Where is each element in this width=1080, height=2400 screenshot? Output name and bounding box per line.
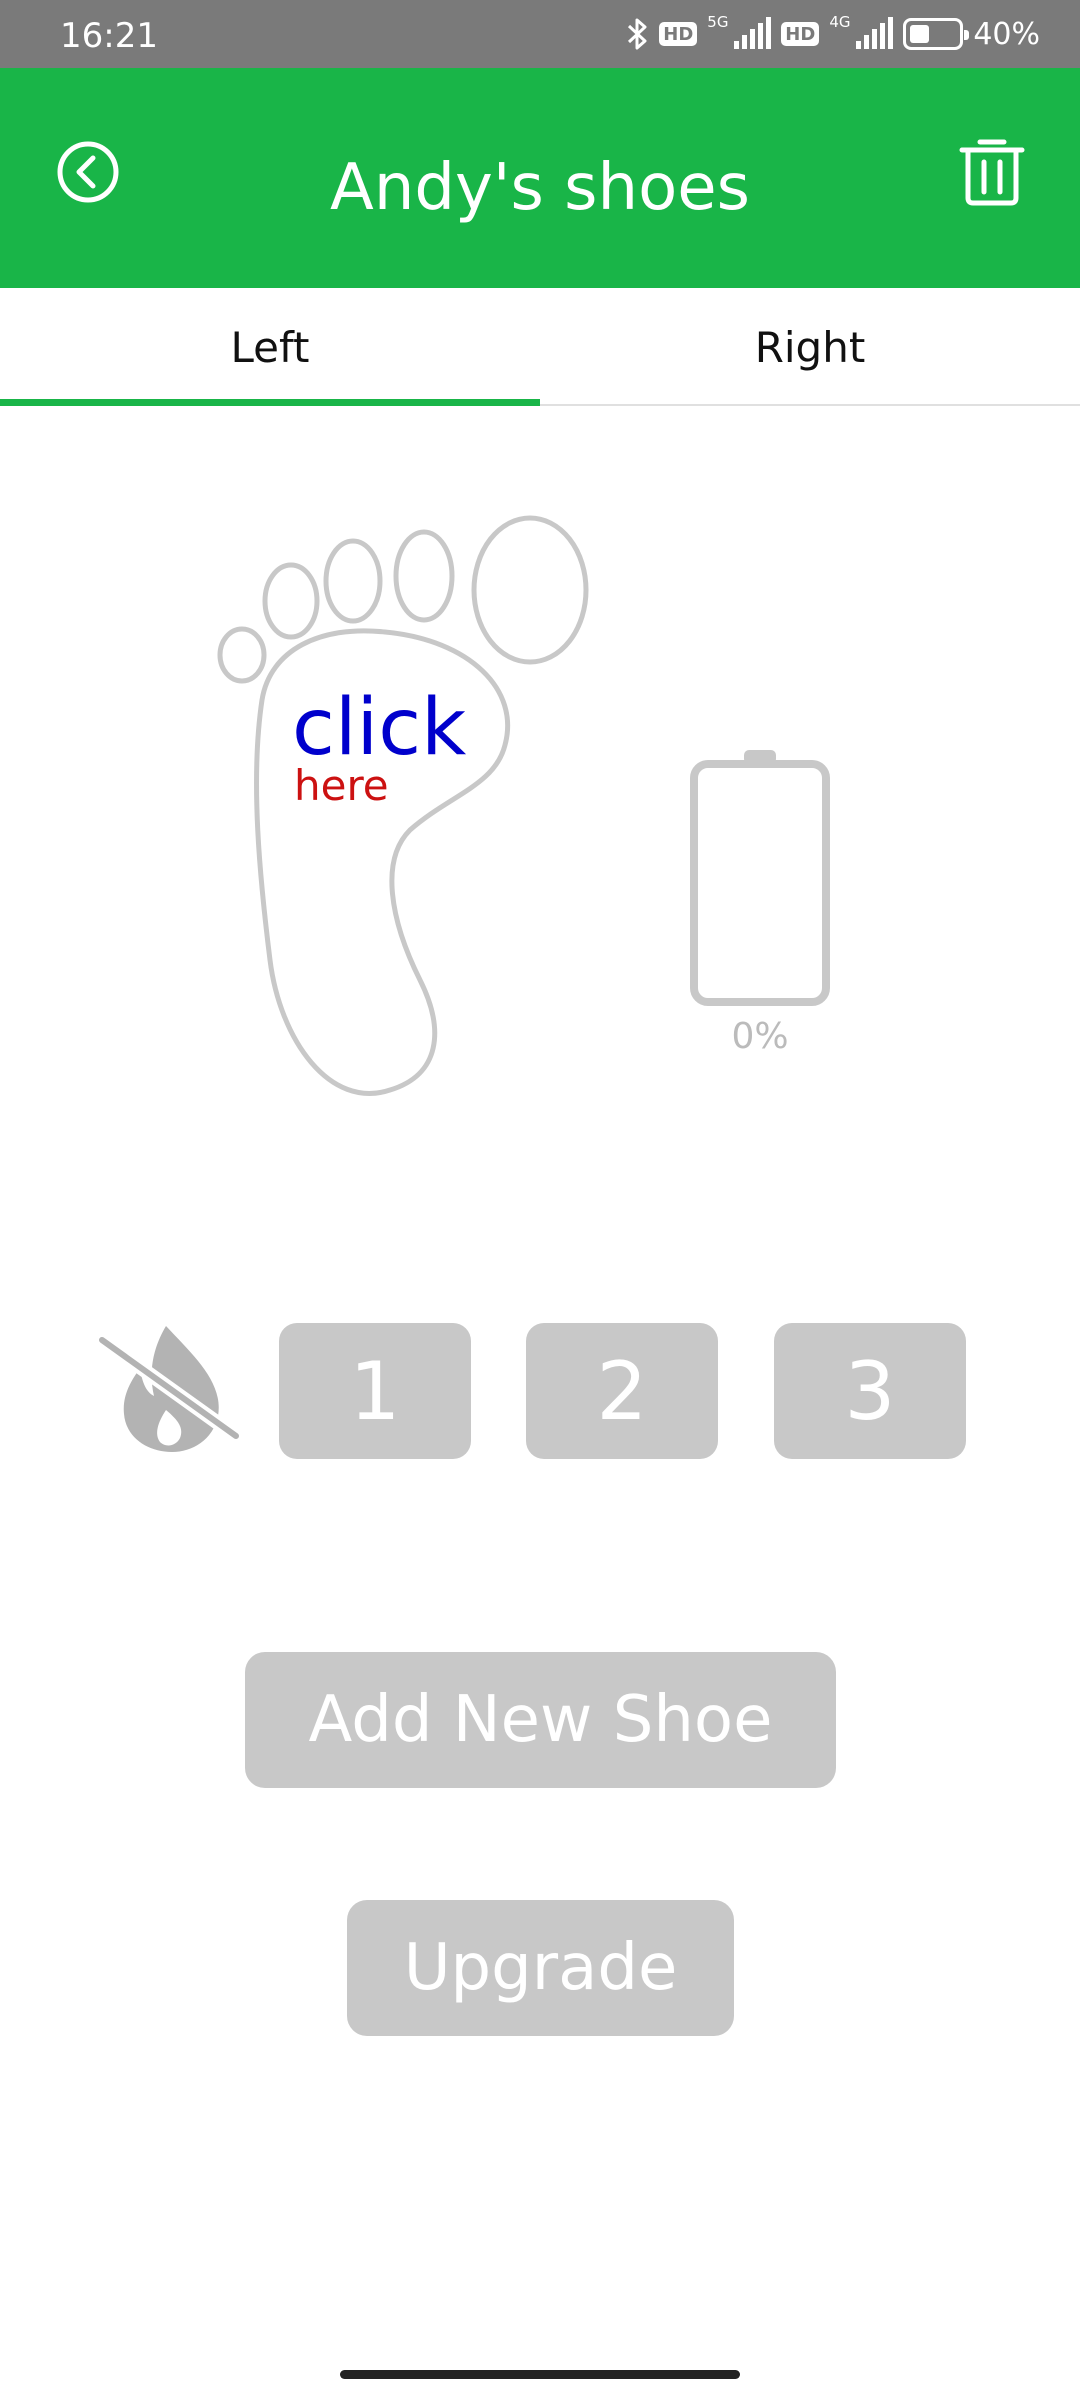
bluetooth-icon — [628, 18, 647, 50]
status-time: 16:21 — [60, 16, 158, 56]
status-icons: HD 5G HD 4G 40% — [627, 14, 1040, 54]
click-hint: click — [292, 683, 467, 773]
battery-percent: 40% — [973, 16, 1040, 52]
tab-right[interactable]: Right — [540, 288, 1080, 406]
trash-icon — [959, 139, 1025, 206]
heat-level-3-button[interactable]: 3 — [774, 1323, 966, 1459]
tab-indicator — [0, 399, 540, 406]
footprint-icon — [217, 515, 589, 1096]
flame-off-icon — [95, 1326, 243, 1452]
heat-level-2-button[interactable]: 2 — [526, 1323, 718, 1459]
hd-badge: HD — [659, 22, 698, 46]
tab-left[interactable]: Left — [0, 288, 540, 406]
delete-button[interactable] — [958, 134, 1026, 206]
battery-level-text: 0% — [731, 1016, 789, 1057]
network-type-label: 5G — [707, 13, 729, 31]
network-type-label: 4G — [829, 13, 851, 31]
battery-status-icon — [903, 18, 970, 50]
upgrade-button[interactable]: Upgrade — [347, 1900, 734, 2036]
page-title: Andy's shoes — [330, 151, 750, 225]
here-hint: here — [294, 761, 389, 810]
battery-outline-icon — [690, 750, 830, 1006]
heat-level-1-button[interactable]: 1 — [279, 1323, 471, 1459]
hd-badge: HD — [781, 22, 820, 46]
app-bar: Andy's shoes — [0, 68, 1080, 288]
status-bar: 16:21 HD 5G HD 4G 40% — [0, 0, 1080, 68]
foot-sensor-area[interactable]: click here — [200, 500, 620, 1120]
heat-off-button[interactable] — [95, 1310, 246, 1460]
home-indicator[interactable] — [340, 2370, 740, 2379]
add-new-shoe-button[interactable]: Add New Shoe — [245, 1652, 836, 1788]
signal-4g-icon: 4G — [829, 13, 894, 53]
signal-5g-icon: 5G — [707, 13, 772, 53]
foot-tabs: Left Right — [0, 288, 1080, 406]
